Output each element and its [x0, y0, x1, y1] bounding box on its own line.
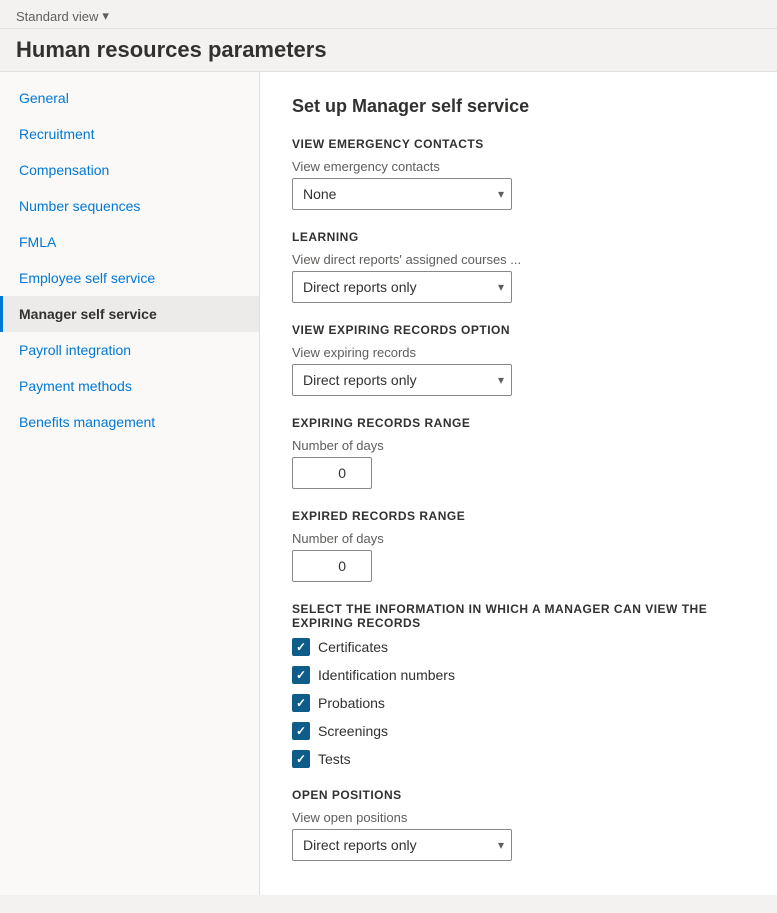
sidebar-item-recruitment[interactable]: Recruitment	[0, 116, 259, 152]
checkbox-item-screenings[interactable]: ✓ Screenings	[292, 722, 745, 740]
checkbox-screenings[interactable]: ✓	[292, 722, 310, 740]
checkmark-icon: ✓	[296, 640, 306, 654]
view-emergency-contacts-label-upper: VIEW EMERGENCY CONTACTS	[292, 137, 745, 151]
view-emergency-contacts-dropdown-wrapper: None Direct reports only All ▾	[292, 178, 512, 210]
view-expiring-records-group: VIEW EXPIRING RECORDS OPTION View expiri…	[292, 323, 745, 396]
main-content: Set up Manager self service VIEW EMERGEN…	[260, 72, 777, 895]
page-title: Human resources parameters	[0, 29, 777, 72]
sidebar-item-general[interactable]: General	[0, 80, 259, 116]
learning-group: LEARNING View direct reports' assigned c…	[292, 230, 745, 303]
open-positions-label: View open positions	[292, 810, 745, 825]
checkbox-label-screenings: Screenings	[318, 723, 388, 739]
checkmark-icon: ✓	[296, 752, 306, 766]
checkbox-tests[interactable]: ✓	[292, 750, 310, 768]
checkbox-identification-numbers[interactable]: ✓	[292, 666, 310, 684]
checkbox-label-tests: Tests	[318, 751, 351, 767]
checkbox-item-tests[interactable]: ✓ Tests	[292, 750, 745, 768]
standard-view-label: Standard view	[16, 9, 98, 24]
sidebar-item-payment-methods[interactable]: Payment methods	[0, 368, 259, 404]
select-information-label-upper: SELECT THE INFORMATION IN WHICH A MANAGE…	[292, 602, 745, 630]
checkmark-icon: ✓	[296, 696, 306, 710]
sidebar-item-payroll-integration[interactable]: Payroll integration	[0, 332, 259, 368]
learning-label-upper: LEARNING	[292, 230, 745, 244]
checkbox-certificates[interactable]: ✓	[292, 638, 310, 656]
checkmark-icon: ✓	[296, 668, 306, 682]
view-expiring-records-dropdown-wrapper: Direct reports only All None ▾	[292, 364, 512, 396]
select-information-group: SELECT THE INFORMATION IN WHICH A MANAGE…	[292, 602, 745, 768]
sidebar-item-compensation[interactable]: Compensation	[0, 152, 259, 188]
sidebar-item-employee-self-service[interactable]: Employee self service	[0, 260, 259, 296]
expired-records-range-group: EXPIRED RECORDS RANGE Number of days	[292, 509, 745, 582]
open-positions-group: OPEN POSITIONS View open positions Direc…	[292, 788, 745, 861]
learning-label: View direct reports' assigned courses ..…	[292, 252, 745, 267]
expired-records-range-label-upper: EXPIRED RECORDS RANGE	[292, 509, 745, 523]
expiring-records-range-label-upper: EXPIRING RECORDS RANGE	[292, 416, 745, 430]
sidebar: General Recruitment Compensation Number …	[0, 72, 260, 895]
open-positions-dropdown-wrapper: Direct reports only All None ▾	[292, 829, 512, 861]
checkbox-probations[interactable]: ✓	[292, 694, 310, 712]
top-bar: Standard view ▾	[0, 0, 777, 29]
expired-records-range-input[interactable]	[292, 550, 372, 582]
expiring-records-range-input[interactable]	[292, 457, 372, 489]
view-emergency-contacts-label: View emergency contacts	[292, 159, 745, 174]
view-expiring-records-label: View expiring records	[292, 345, 745, 360]
checkbox-item-probations[interactable]: ✓ Probations	[292, 694, 745, 712]
checkbox-item-certificates[interactable]: ✓ Certificates	[292, 638, 745, 656]
expiring-records-range-label: Number of days	[292, 438, 745, 453]
checkbox-label-certificates: Certificates	[318, 639, 388, 655]
expired-records-range-label: Number of days	[292, 531, 745, 546]
sidebar-item-number-sequences[interactable]: Number sequences	[0, 188, 259, 224]
view-expiring-records-dropdown[interactable]: Direct reports only All None	[292, 364, 512, 396]
learning-dropdown-wrapper: Direct reports only All None ▾	[292, 271, 512, 303]
view-emergency-contacts-group: VIEW EMERGENCY CONTACTS View emergency c…	[292, 137, 745, 210]
sidebar-item-fmla[interactable]: FMLA	[0, 224, 259, 260]
open-positions-dropdown[interactable]: Direct reports only All None	[292, 829, 512, 861]
main-layout: General Recruitment Compensation Number …	[0, 72, 777, 895]
sidebar-item-manager-self-service[interactable]: Manager self service	[0, 296, 259, 332]
checkbox-label-identification-numbers: Identification numbers	[318, 667, 455, 683]
view-expiring-records-label-upper: VIEW EXPIRING RECORDS OPTION	[292, 323, 745, 337]
section-title: Set up Manager self service	[292, 96, 745, 117]
sidebar-item-benefits-management[interactable]: Benefits management	[0, 404, 259, 440]
standard-view-button[interactable]: Standard view ▾	[16, 8, 761, 24]
checkbox-group: ✓ Certificates ✓ Identification numbers …	[292, 638, 745, 768]
expiring-records-range-group: EXPIRING RECORDS RANGE Number of days	[292, 416, 745, 489]
checkbox-label-probations: Probations	[318, 695, 385, 711]
chevron-down-icon: ▾	[102, 8, 109, 24]
learning-dropdown[interactable]: Direct reports only All None	[292, 271, 512, 303]
checkmark-icon: ✓	[296, 724, 306, 738]
checkbox-item-identification-numbers[interactable]: ✓ Identification numbers	[292, 666, 745, 684]
open-positions-label-upper: OPEN POSITIONS	[292, 788, 745, 802]
view-emergency-contacts-dropdown[interactable]: None Direct reports only All	[292, 178, 512, 210]
